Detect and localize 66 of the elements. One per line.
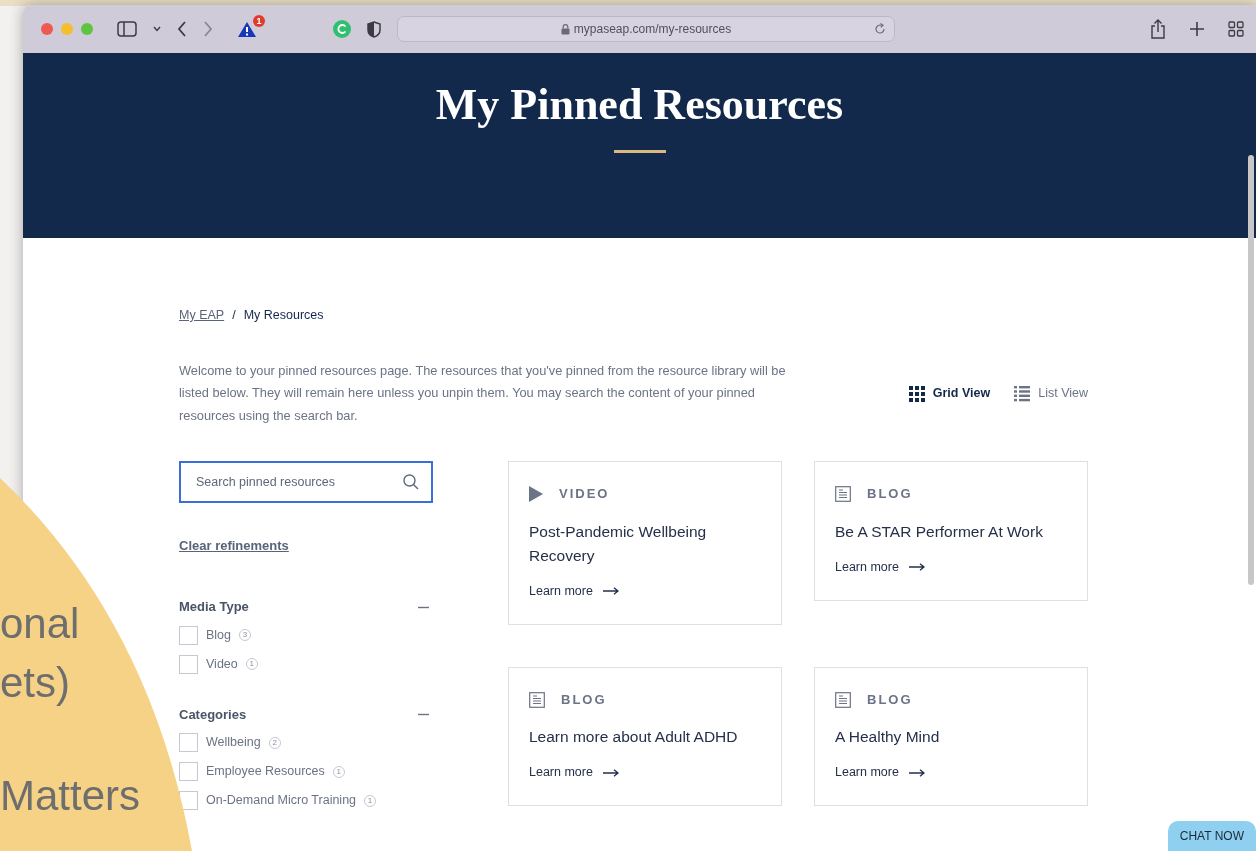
filter-label: Wellbeing: [206, 734, 261, 752]
filter-label: Employee Resources: [206, 763, 325, 781]
close-button[interactable]: [41, 23, 53, 35]
filter-heading: Media Type: [179, 598, 249, 617]
forward-icon[interactable]: [203, 21, 213, 37]
intro-text: Welcome to your pinned resources page. The resources that you've pinned from the resource library will be listed below. They will remain here unless you unpin them. You may search the content of your pinned resources using the search bar.: [179, 361, 787, 425]
resource-title: A Healthy Mind: [835, 727, 941, 748]
tabs-overview-icon[interactable]: [1228, 21, 1244, 37]
grid-icon: [908, 385, 925, 402]
checkbox[interactable]: [179, 762, 198, 782]
resource-title: Be A STAR Performer At Work: [835, 521, 1044, 542]
resource-type: VIDEO: [559, 485, 610, 504]
zoom-button[interactable]: [81, 23, 93, 35]
document-icon: [529, 691, 545, 708]
resource-type: BLOG: [867, 690, 913, 709]
search-icon: [403, 474, 419, 491]
plus-icon[interactable]: [1190, 22, 1204, 36]
filter-label: On-Demand Micro Training: [206, 792, 357, 810]
learn-more-link[interactable]: Learn more: [529, 763, 619, 782]
checkbox[interactable]: [179, 625, 198, 645]
share-icon[interactable]: [1150, 19, 1166, 39]
document-icon: [835, 486, 851, 502]
notification-badge: 1: [253, 14, 265, 27]
breadcrumb-separator: /: [232, 307, 236, 324]
resource-type: BLOG: [561, 690, 607, 709]
resource-title: Learn more about Adult ADHD: [529, 727, 739, 748]
play-icon: [529, 486, 543, 502]
arrow-right-icon: [602, 587, 619, 596]
breadcrumb-current: My Resources: [243, 307, 324, 324]
breadcrumb-link[interactable]: My EAP: [179, 306, 225, 325]
filter-label: Video: [206, 655, 238, 673]
warning-icon: [237, 20, 257, 38]
shield-icon[interactable]: [367, 20, 381, 38]
slide-text: Matters: [0, 775, 141, 817]
page-title: My Pinned Resources: [435, 79, 844, 131]
scrollbar-thumb[interactable]: [1248, 155, 1254, 585]
view-toggle[interactable]: List View: [1014, 384, 1088, 403]
chat-now-button[interactable]: CHAT NOW: [1167, 821, 1256, 851]
list-icon: [1014, 385, 1031, 402]
resource-type: BLOG: [867, 485, 913, 504]
slide-text: onal: [0, 603, 80, 645]
arrow-right-icon: [908, 768, 925, 777]
checkbox[interactable]: [179, 654, 198, 674]
chevron-down-icon[interactable]: [153, 26, 161, 32]
filter-heading: Categories: [179, 705, 247, 724]
search-field[interactable]: Search pinned resources: [179, 461, 433, 504]
filter-label: Blog: [206, 626, 232, 644]
arrow-right-icon: [908, 563, 925, 572]
checkbox[interactable]: [179, 733, 198, 753]
warning-button[interactable]: 1: [237, 14, 265, 38]
learn-more-link[interactable]: Learn more: [835, 557, 925, 577]
learn-more-link[interactable]: Learn more: [835, 763, 925, 782]
back-icon[interactable]: [177, 21, 187, 37]
url-text: mypaseap.com/my-resources: [573, 21, 732, 38]
document-icon: [835, 691, 851, 708]
title-rule: [613, 149, 666, 153]
arrow-right-icon: [602, 768, 619, 777]
reload-icon[interactable]: [874, 23, 886, 35]
resource-title: Post-Pandemic Wellbeing Recovery: [529, 521, 708, 566]
learn-more-link[interactable]: Learn more: [529, 581, 619, 601]
address-bar[interactable]: mypaseap.com/my-resources: [397, 16, 895, 42]
view-toggle[interactable]: Grid View: [908, 384, 991, 403]
clear-refinements-link[interactable]: Clear refinements: [179, 536, 289, 556]
sidebar-icon[interactable]: [117, 21, 137, 37]
lock-icon: [560, 23, 570, 35]
slide-text: ets): [0, 662, 70, 704]
